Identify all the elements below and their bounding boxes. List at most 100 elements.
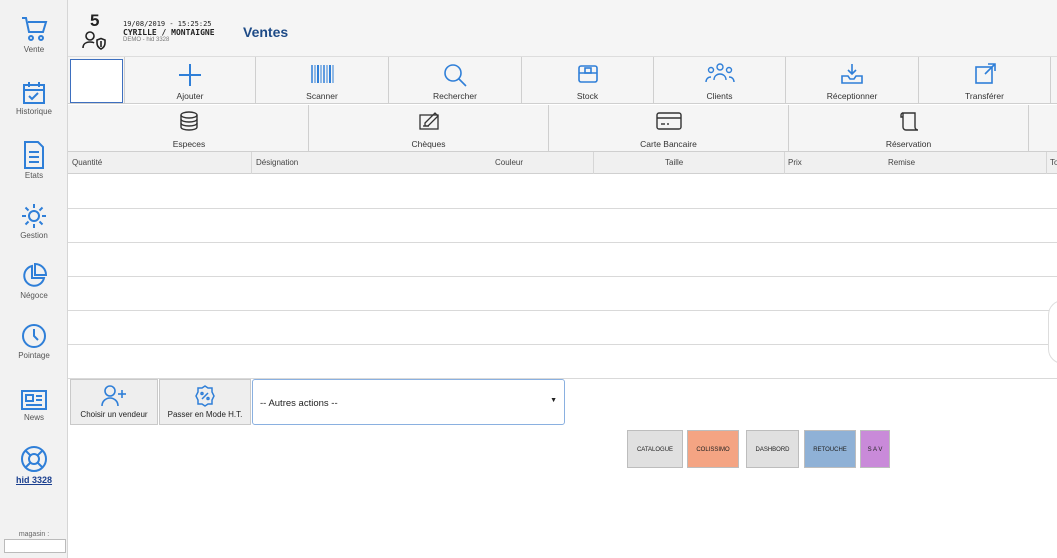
search-button-label: Rechercher [433,91,477,101]
column-header-color: Couleur [495,158,524,167]
other-actions-select[interactable]: -- Autres actions -- ▼ [252,379,565,425]
toolbar-row-overflow [1028,105,1057,152]
column-header-size: Taille [665,158,684,167]
column-header-quantity: Quantité [72,158,103,167]
add-button-label: Ajouter [176,91,204,101]
add-button[interactable]: Ajouter [124,57,255,104]
sidebar-item-label: Négoce [20,291,48,300]
percent-badge-icon [195,385,215,407]
other-actions-value: -- Autres actions -- [260,398,338,409]
toolbar-row-overflow [1050,57,1057,104]
sidebar-item-negoce[interactable]: Négoce [0,262,68,300]
sav-chip[interactable]: S A V [860,430,890,468]
sidebar-item-historique[interactable]: Historique [0,80,68,116]
sales-table-header: Quantité Désignation Couleur Taille Prix… [68,152,1057,174]
search-icon [444,64,467,87]
catalogue-chip[interactable]: CATALOGUE [627,430,683,468]
reservation-button[interactable]: Réservation [788,105,1028,152]
user-shield-icon [82,31,106,50]
app-root: Vente Historique Etats Gestion Négoce Po… [0,0,1057,558]
transfer-button-label: Transférer [965,91,1004,101]
plus-icon [179,64,201,86]
magasin-input[interactable] [4,539,66,553]
table-row[interactable] [68,311,1057,345]
coins-icon [180,111,198,131]
sidebar-item-pointage[interactable]: Pointage [0,322,68,360]
sidebar-item-support[interactable]: hid 3328 [0,444,68,485]
table-row[interactable] [68,345,1057,379]
sidebar-item-gestion[interactable]: Gestion [0,202,68,240]
sidebar-item-label: Etats [24,171,44,180]
sidebar-item-etats[interactable]: Etats [0,140,68,180]
sidebar-item-news[interactable]: News [0,388,68,422]
scan-input[interactable] [70,59,123,103]
newspaper-icon [21,390,47,410]
scanner-button[interactable]: Scanner [255,57,388,104]
barcode-icon [311,65,334,83]
column-header-designation: Désignation [256,158,299,167]
side-panel-handle[interactable] [1048,300,1057,364]
add-user-icon [101,385,126,407]
toolbar-row-primary: Ajouter Scanner Rechercher Stock Clients… [68,57,1057,104]
sidebar-item-label: News [23,413,44,422]
reservation-button-label: Réservation [885,139,932,149]
cash-button[interactable]: Especes [70,105,308,152]
scanner-button-label: Scanner [306,91,338,101]
ht-mode-label: Passer en Mode H.T. [167,410,243,419]
pie-chart-icon [23,262,48,287]
column-header-total: To [1050,158,1057,167]
colissimo-chip[interactable]: COLISSIMO [687,430,739,468]
stock-button-label: Stock [576,91,599,101]
scroll-icon [899,112,918,131]
cheque-icon [418,112,439,130]
clients-button-label: Clients [706,91,733,101]
table-row[interactable] [68,209,1057,243]
magasin-label: magasin : [18,531,50,538]
page-title: Ventes [243,24,289,40]
cheque-button[interactable]: Chèques [308,105,548,152]
cheque-button-label: Chèques [411,139,446,149]
receive-button[interactable]: Réceptionner [785,57,918,104]
choose-seller-button[interactable]: Choisir un vendeur [70,379,158,425]
retouche-chip[interactable]: RETOUCHE [804,430,856,468]
ht-mode-button[interactable]: Passer en Mode H.T. [159,379,251,425]
stock-button[interactable]: Stock [521,57,653,104]
dropdown-arrow-icon: ▼ [550,397,557,404]
sidebar-item-vente[interactable]: Vente [0,14,68,54]
sidebar-item-label: Gestion [20,231,48,240]
table-row[interactable] [68,277,1057,311]
sidebar: Vente Historique Etats Gestion Négoce Po… [0,0,68,558]
sidebar-item-label: hid 3328 [15,475,53,485]
column-header-price: Prix [788,158,802,167]
sidebar-item-label: Vente [23,45,45,54]
header: 5 19/08/2019 - 15:25:25 CYRILLE / MONTAI… [68,0,1057,57]
user-number: 5 [90,11,100,30]
credit-card-button-label: Carte Bancaire [640,139,697,149]
cash-button-label: Especes [172,139,206,149]
credit-card-button[interactable]: Carte Bancaire [548,105,788,152]
header-demo: DEMO - hid 3328 [123,37,170,43]
calendar-check-icon [23,82,45,104]
cart-icon [22,17,48,41]
document-icon [24,141,44,169]
toolbar-row-payment: Especes Chèques Carte Bancaire Réservati… [68,105,1057,152]
lifebuoy-icon [21,446,47,472]
clock-icon [22,324,46,348]
header-store: CYRILLE / MONTAIGNE [123,28,215,37]
transfer-button[interactable]: Transférer [918,57,1050,104]
gear-icon [22,204,46,228]
sidebar-item-label: Pointage [18,351,50,360]
table-row[interactable] [68,243,1057,277]
credit-card-icon [655,112,682,130]
external-link-icon [974,63,996,84]
clients-button[interactable]: Clients [653,57,785,104]
dashbord-chip[interactable]: DASHBORD [746,430,799,468]
table-row[interactable] [68,175,1057,209]
inbox-download-icon [841,64,863,84]
choose-seller-label: Choisir un vendeur [80,410,148,419]
users-icon [704,63,735,83]
column-header-discount: Remise [888,158,916,167]
sidebar-item-label: Historique [15,107,52,116]
box-icon [577,65,598,83]
search-button[interactable]: Rechercher [388,57,521,104]
